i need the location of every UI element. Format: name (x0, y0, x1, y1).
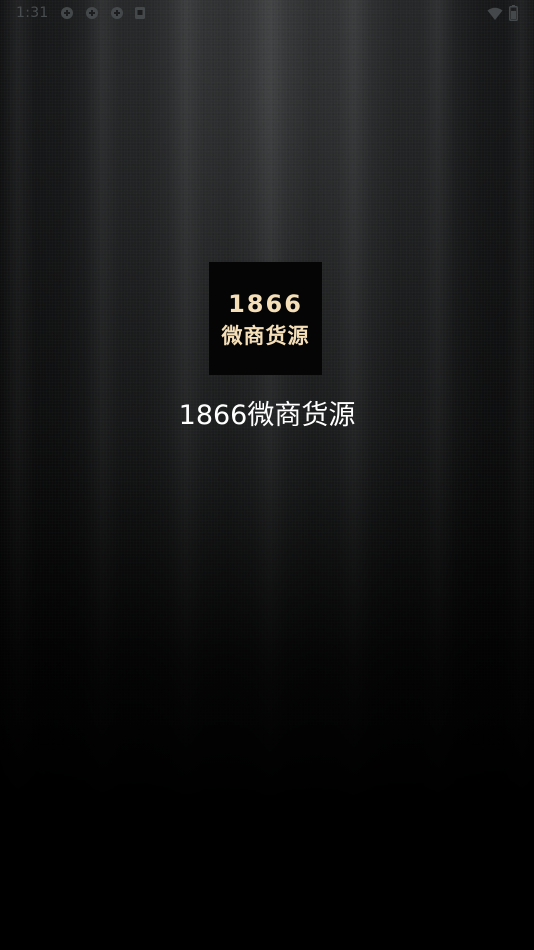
logo-number: 1866 (228, 290, 303, 318)
app-logo: 1866 微商货源 (209, 262, 322, 375)
storage-icon (134, 6, 148, 20)
wifi-icon (487, 6, 503, 25)
app-title: 1866微商货源 (178, 400, 356, 431)
background-texture (0, 0, 534, 950)
app-notification-icon (60, 6, 74, 20)
status-time: 1:31 (16, 5, 49, 21)
status-right (487, 5, 518, 25)
status-bar: 1:31 (0, 0, 534, 28)
app-notification-icon (110, 6, 124, 20)
logo-name: 微商货源 (221, 324, 310, 348)
battery-icon (509, 5, 518, 25)
app-notification-icon (85, 6, 99, 20)
splash-screen: 1:31 1866 微商货源 1866微商货源 (0, 0, 534, 950)
